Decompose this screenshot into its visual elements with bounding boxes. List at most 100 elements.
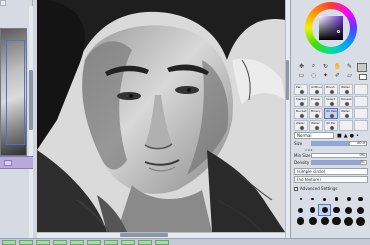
document-tab[interactable]: [2, 239, 16, 245]
brush-size-presets: [295, 194, 369, 236]
document-tab[interactable]: [121, 239, 135, 245]
brush-texture-select[interactable]: (no texture): [294, 176, 368, 183]
document-tab[interactable]: [36, 239, 50, 245]
brush-tool-15[interactable]: Water: [294, 120, 308, 131]
brush-size-preset[interactable]: [355, 205, 366, 215]
water-icon: [299, 125, 305, 130]
binary-icon: [314, 113, 320, 118]
density-label: Density: [294, 160, 310, 165]
brush-size-preset[interactable]: [343, 205, 354, 215]
water-icon: [314, 125, 320, 130]
brush-size-preset[interactable]: [318, 204, 331, 216]
document-tab[interactable]: [138, 239, 152, 245]
brush-tool-11[interactable]: Binary: [309, 108, 323, 119]
min-size-label: Min Size: [294, 153, 311, 158]
document-tab[interactable]: [87, 239, 101, 245]
brush-size-preset[interactable]: [307, 194, 318, 204]
brush-tool-16[interactable]: Water: [309, 120, 323, 131]
blend-mode-select[interactable]: Normal: [294, 132, 334, 139]
brush-tool-3[interactable]: Water: [339, 84, 353, 95]
brush-size-preset[interactable]: [355, 216, 366, 226]
brush-tool-18[interactable]: [339, 120, 353, 131]
saturation-value-square[interactable]: [319, 16, 343, 40]
min-size-slider[interactable]: 0%: [311, 153, 367, 158]
brush-size-preset[interactable]: [295, 194, 306, 204]
brush-size-preset[interactable]: [319, 194, 330, 204]
brush-icon: [329, 89, 335, 94]
advanced-settings-checkbox[interactable]: [294, 186, 298, 191]
brush-tool-9[interactable]: [354, 96, 368, 107]
brush-tool-12[interactable]: Oil Pain: [324, 108, 338, 119]
move-icon[interactable]: ✥: [296, 62, 307, 70]
sub-color-swatch[interactable]: [359, 74, 367, 80]
brush-tool-6[interactable]: Eraser: [309, 96, 323, 107]
select-rect-icon[interactable]: ▭: [296, 71, 307, 79]
canvas-vertical-scroll-thumb[interactable]: [286, 60, 289, 100]
brush-shape-buttons: ■ ▲ ● •: [337, 132, 369, 139]
canvas-horizontal-scroll-thumb[interactable]: [120, 233, 168, 237]
navigator-scroll-thumb[interactable]: [29, 70, 33, 130]
brush-tool-14[interactable]: [354, 108, 368, 119]
brush-size-preset[interactable]: [331, 205, 342, 215]
brush-tool-0[interactable]: Pen: [294, 84, 308, 95]
brush-tool-5[interactable]: Marker: [294, 96, 308, 107]
eraser-icon: [314, 101, 320, 106]
density-slider-fill: [312, 161, 362, 164]
eyedropper-icon[interactable]: ✎: [344, 62, 355, 70]
shape-circle-large-icon[interactable]: ●: [350, 133, 354, 139]
brush-shape-select[interactable]: (simple circle): [294, 168, 368, 175]
main-color-swatch[interactable]: [357, 63, 367, 72]
bucket-icon: [299, 113, 305, 118]
lasso-icon[interactable]: ◌: [308, 71, 319, 79]
hand-icon[interactable]: ✋: [332, 62, 343, 70]
size-slider[interactable]: 80.0: [311, 141, 367, 146]
brush-tool-1[interactable]: AirBrush: [309, 84, 323, 95]
zoom-icon[interactable]: ⌕: [308, 62, 319, 70]
brush-size-preset[interactable]: [343, 216, 354, 226]
brush-tool-17[interactable]: Oil Pai: [324, 120, 338, 131]
brush-size-preset[interactable]: [343, 194, 354, 204]
shape-square-icon[interactable]: ■: [337, 133, 342, 139]
brush-size-preset[interactable]: [319, 216, 330, 226]
size-label: Size: [294, 141, 303, 146]
pen-icon: [299, 89, 305, 94]
shape-triangle-icon[interactable]: ▲: [344, 133, 348, 139]
brush-tool-4[interactable]: [354, 84, 368, 95]
brush-tool-19[interactable]: [354, 120, 368, 131]
document-tab[interactable]: [104, 239, 118, 245]
brush-size-preset[interactable]: [355, 194, 366, 204]
brush-size-preset[interactable]: [295, 216, 306, 226]
brush-tool-10[interactable]: Bucket: [294, 108, 308, 119]
density-slider[interactable]: 91: [311, 160, 367, 165]
oil-paint-icon: [329, 113, 335, 118]
brush-size-preset[interactable]: [331, 216, 342, 226]
magic-wand-icon[interactable]: ✦: [320, 71, 331, 79]
document-tab[interactable]: [70, 239, 84, 245]
select-icon: [329, 101, 335, 106]
brush-size-preset[interactable]: [331, 194, 342, 204]
navigator-view-frame[interactable]: [6, 40, 25, 145]
document-tab[interactable]: [155, 239, 169, 245]
shape-circle-small-icon[interactable]: •: [356, 133, 359, 139]
min-size-value: 0%: [359, 153, 365, 157]
brush-size-preset[interactable]: [307, 205, 318, 215]
brush-size-preset[interactable]: [295, 205, 306, 215]
brush-tool-7[interactable]: Select: [324, 96, 338, 107]
document-tab[interactable]: [53, 239, 67, 245]
brush-tool-8[interactable]: Deselect: [339, 96, 353, 107]
brush-tool-13[interactable]: Water: [339, 108, 353, 119]
eraser-select-icon[interactable]: ▱: [344, 71, 355, 79]
navigator-scroll-up-button[interactable]: [0, 0, 6, 6]
color-picker-marker[interactable]: [337, 30, 340, 33]
document-tab[interactable]: [19, 239, 33, 245]
drawing-canvas[interactable]: [37, 0, 285, 232]
advanced-settings-toggle[interactable]: Advanced Settings: [294, 185, 368, 192]
select-pen-icon[interactable]: ✐: [332, 71, 343, 79]
rotate-icon[interactable]: ↻: [320, 62, 331, 70]
brush-size-preset[interactable]: [307, 216, 318, 226]
navigator-toolbar-button[interactable]: [4, 160, 12, 166]
airbrush-icon: [314, 89, 320, 94]
density-value: 91: [360, 160, 365, 164]
brush-tool-grid: Pen AirBrush Brush Water Marker Eraser Select D…: [294, 84, 369, 131]
brush-tool-2[interactable]: Brush: [324, 84, 338, 95]
